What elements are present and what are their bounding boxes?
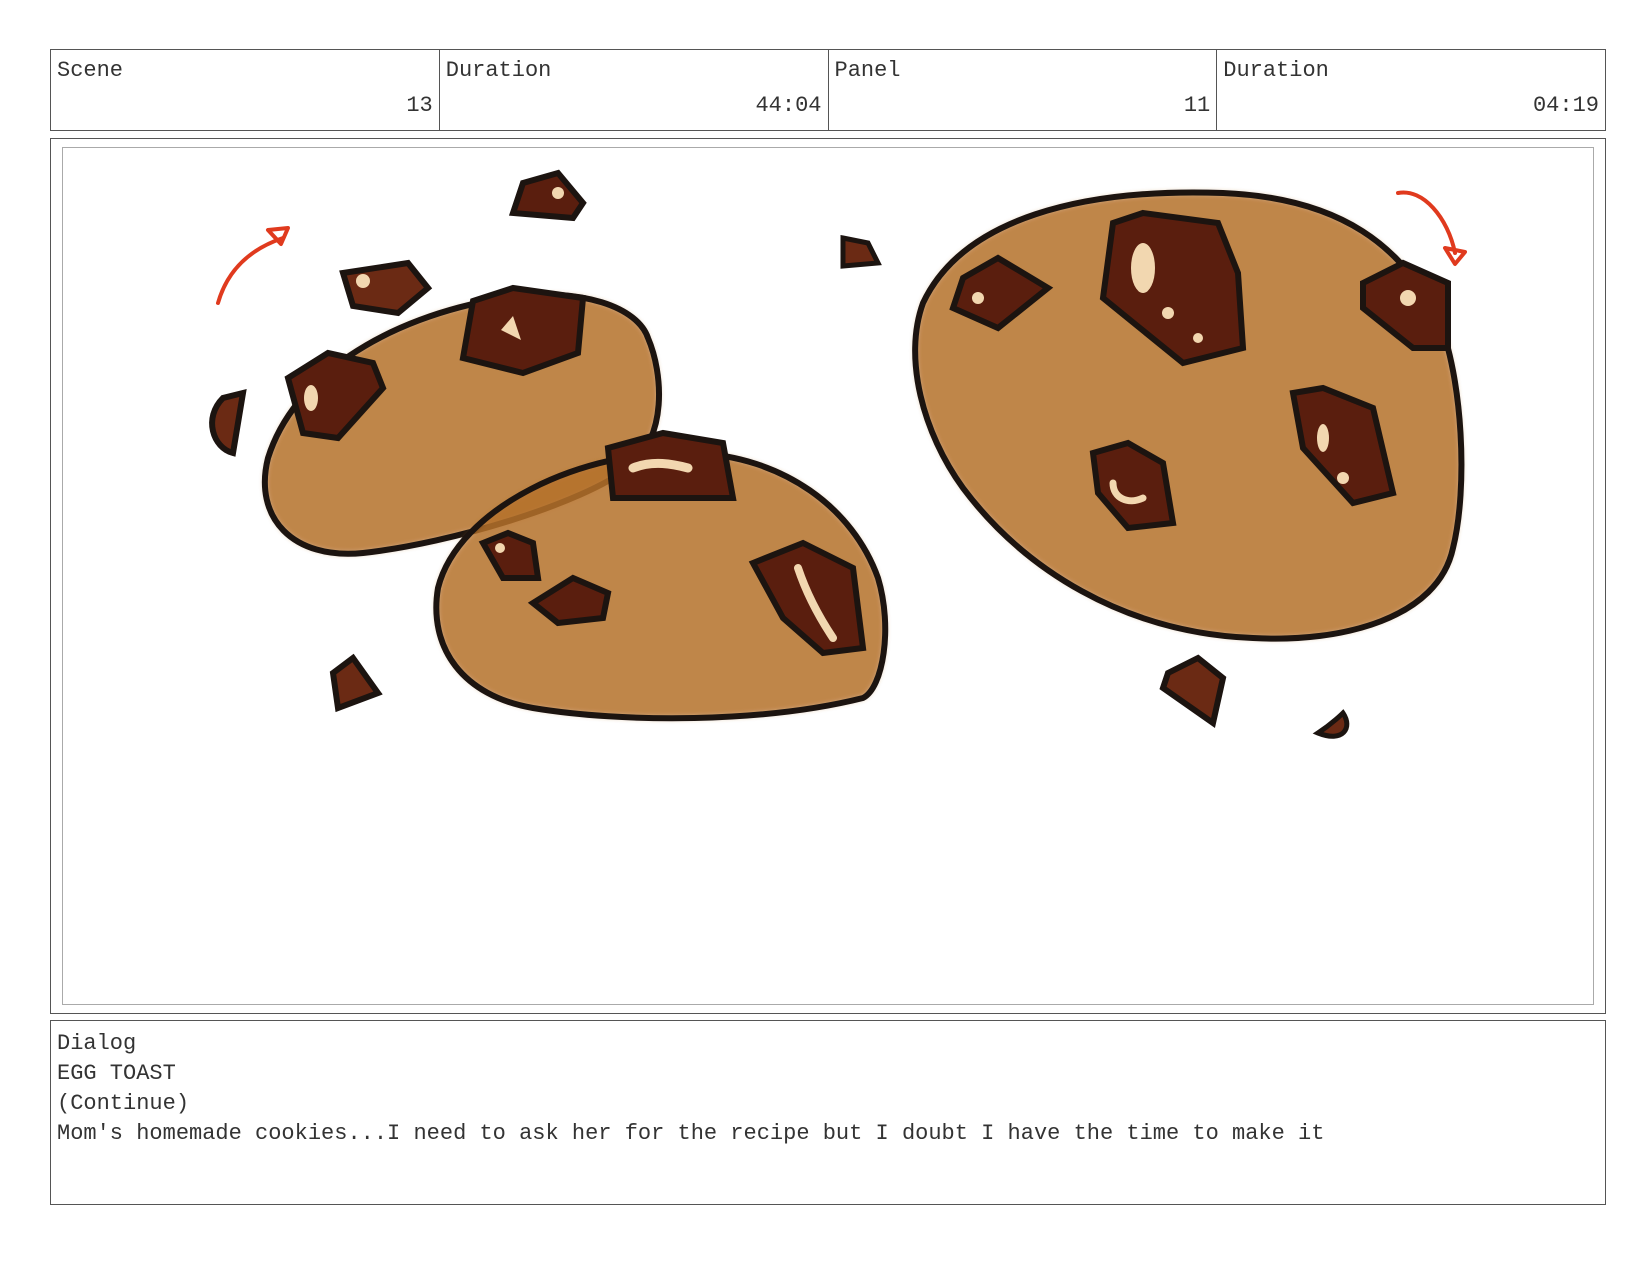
scene-number: 13 <box>406 93 433 118</box>
cookies-sketch <box>209 169 1467 739</box>
panel-duration-value: 04:19 <box>1532 93 1599 118</box>
scene-duration-label: Duration <box>445 58 552 83</box>
dialog-parenthetical: (Continue) <box>57 1091 190 1116</box>
dialog-box: Dialog EGG TOAST (Continue) Mom's homema… <box>50 1020 1606 1205</box>
dialog-line: Mom's homemade cookies...I need to ask h… <box>57 1121 1325 1146</box>
panel-duration-label: Duration <box>1223 58 1329 83</box>
scene-duration-cell: Duration 44:04 <box>440 50 829 130</box>
panel-label: Panel <box>834 58 901 83</box>
scene-cell: Scene 13 <box>51 50 440 130</box>
storyboard-header: Scene 13 Duration 44:04 Panel 11 Duratio… <box>50 49 1606 131</box>
dialog-label: Dialog <box>57 1031 137 1056</box>
cookie-right <box>840 189 1465 739</box>
panel-frame <box>50 138 1606 1014</box>
panel-duration-cell: Duration 04:19 <box>1217 50 1605 130</box>
panel-artwork <box>62 147 1594 1005</box>
scene-duration-value: 44:04 <box>755 93 822 118</box>
panel-cell: Panel 11 <box>829 50 1218 130</box>
dialog-character: EGG TOAST <box>57 1061 176 1086</box>
scene-label: Scene <box>57 58 124 83</box>
panel-number: 11 <box>1183 93 1211 118</box>
